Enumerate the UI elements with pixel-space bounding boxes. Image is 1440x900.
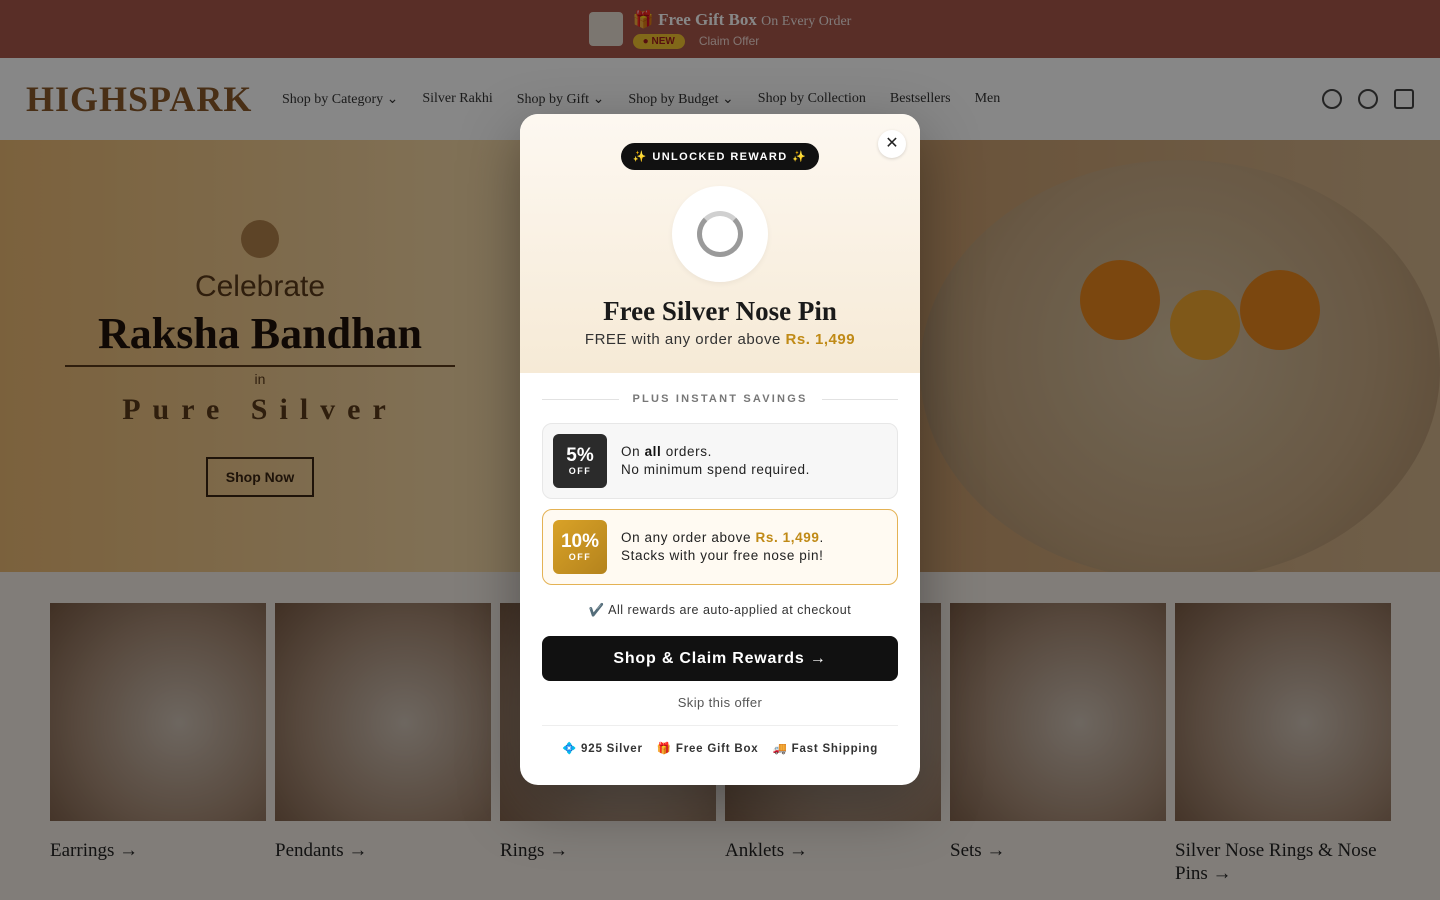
savings-divider: PLUS INSTANT SAVINGS [542,393,898,405]
offer-card-5-percent: 5% OFF On all orders. No minimum spend r… [542,423,898,499]
close-button[interactable]: ✕ [878,130,906,158]
product-image [672,186,768,282]
modal-hero: ✕ ✨ UNLOCKED REWARD ✨ Free Silver Nose P… [520,114,920,373]
discount-badge: 10% OFF [553,520,607,574]
offer-description: On any order above Rs. 1,499. Stacks wit… [621,530,824,563]
reward-threshold-amount: Rs. 1,499 [785,331,856,348]
reward-subtitle: FREE with any order above Rs. 1,499 [584,331,856,348]
trust-badge-fast-shipping: 🚚 Fast Shipping [772,743,879,755]
reward-title: Free Silver Nose Pin [603,296,837,326]
trust-badge-925-silver: 💠 925 Silver [561,743,643,755]
discount-off-label: OFF [568,466,592,476]
trust-badges: 💠 925 Silver 🎁 Free Gift Box 🚚 Fast Ship… [542,725,898,755]
shop-claim-rewards-button[interactable]: Shop & Claim Rewards → [542,636,898,681]
reward-modal: ✕ ✨ UNLOCKED REWARD ✨ Free Silver Nose P… [520,114,920,785]
skip-offer-link[interactable]: Skip this offer [542,695,898,710]
discount-off-label: OFF [568,552,592,562]
discount-percent: 5% [566,445,594,466]
auto-applied-note: ✔️ All rewards are auto-applied at check… [588,603,852,617]
trust-badge-free-gift-box: 🎁 Free Gift Box [656,743,759,755]
offer-description: On all orders. No minimum spend required… [621,444,810,477]
discount-percent: 10% [560,531,600,552]
savings-label: PLUS INSTANT SAVINGS [632,393,808,405]
nose-pin-ring-icon [697,211,743,257]
offer-card-10-percent: 10% OFF On any order above Rs. 1,499. St… [542,509,898,585]
unlocked-reward-pill: ✨ UNLOCKED REWARD ✨ [620,143,820,170]
discount-badge: 5% OFF [553,434,607,488]
